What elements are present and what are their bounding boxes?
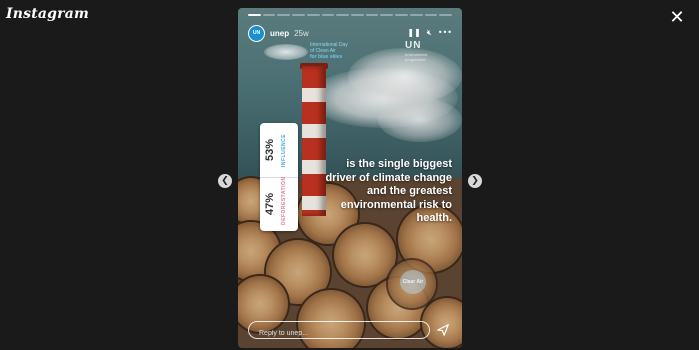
poll-sticker[interactable]: 53% INFLUENCE 47% DEFORESTATION [260,123,298,231]
progress-segment [277,14,291,16]
progress-segment [262,14,276,16]
story-viewer[interactable]: UN unep 25w ❚❚ 🔇︎ ••• International Day … [238,8,462,348]
progress-segment [292,14,305,16]
poll-option-a[interactable]: 53% INFLUENCE [260,123,298,178]
poll-option-b-label: DEFORESTATION [281,176,287,225]
send-icon[interactable] [436,323,450,337]
story-progress-bar [248,14,453,16]
chimney [302,66,326,216]
more-icon[interactable]: ••• [438,28,452,38]
poll-option-a-label: INFLUENCE [281,133,287,167]
progress-segment [351,14,364,16]
reply-input[interactable] [249,325,429,342]
un-logo: UN [405,40,422,51]
poll-option-a-percent: 53% [264,138,276,162]
log [334,224,396,286]
next-story-button[interactable]: ❯ [468,174,482,188]
poll-option-b-percent: 47% [264,192,276,216]
reply-box[interactable] [248,321,430,342]
event-title: International Day of Clean Air for blue … [310,42,348,60]
story-controls: ❚❚ 🔇︎ ••• [407,28,452,38]
avatar[interactable]: UN [248,24,265,42]
event-title-emphasis: for blue skies [310,54,343,60]
cloud-graphic [264,44,308,60]
pause-icon[interactable]: ❚❚ [407,28,420,38]
progress-segment [424,14,438,16]
progress-segment [439,14,453,16]
clear-air-stamp: Clear Air [400,270,426,294]
progress-segment [380,14,394,16]
smoke-cloud [378,98,462,142]
progress-segment [248,14,261,16]
progress-segment [336,14,350,16]
username[interactable]: unep [270,29,289,38]
un-logo-subtitle-line: programme [405,56,426,62]
poll-option-b[interactable]: 47% DEFORESTATION [260,176,298,231]
previous-story-button[interactable]: ❮ [218,174,232,188]
close-icon[interactable]: ✕ [667,8,687,28]
chevron-left-icon: ❮ [221,176,229,186]
un-logo-subtitle: environment programme [405,52,427,62]
post-time: 25w [294,28,309,38]
progress-segment [409,14,423,16]
progress-segment [321,14,335,16]
mute-icon[interactable]: 🔇︎ [427,28,432,38]
progress-segment [306,14,320,16]
chevron-right-icon: ❯ [471,176,479,186]
instagram-logo[interactable]: Instagram [6,6,89,22]
story-caption: is the single biggest driver of climate … [325,158,452,224]
progress-segment [365,14,379,16]
progress-segment [395,14,408,16]
